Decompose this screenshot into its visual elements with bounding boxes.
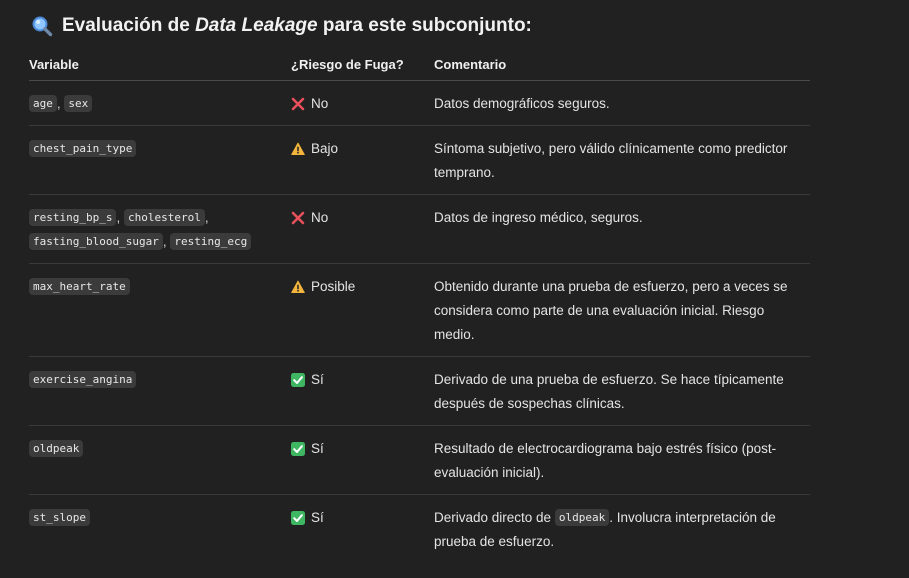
risk-cell: No [291, 194, 434, 264]
table-row: age, sex No Datos demográficos seguros. [29, 80, 810, 126]
warning-icon [291, 142, 305, 155]
variable-cell: exercise_angina [29, 356, 291, 426]
comment-cell: Obtenido durante una prueba de esfuerzo,… [434, 263, 810, 357]
cross-mark-icon [291, 211, 305, 225]
variable-cell: st_slope [29, 495, 291, 559]
variable-cell: resting_bp_s, cholesterol, fasting_blood_… [29, 194, 291, 264]
check-mark-icon [291, 511, 305, 525]
variable-code: exercise_angina [29, 371, 137, 388]
comment-cell: Resultado de electrocardiograma bajo est… [434, 425, 810, 495]
heading-emphasis: Data Leakage [195, 15, 318, 36]
heading-suffix: para este subconjunto: [322, 15, 532, 36]
variable-code: age [29, 95, 57, 112]
table-header-row: Variable ¿Riesgo de Fuga? Comentario [29, 48, 810, 81]
comment-cell: Datos demográficos seguros. [434, 80, 810, 126]
comment-cell: Derivado de una prueba de esfuerzo. Se h… [434, 356, 810, 426]
variable-cell: chest_pain_type [29, 125, 291, 195]
risk-cell: Sí [291, 356, 434, 426]
risk-label: No [311, 210, 329, 225]
variable-cell: age, sex [29, 80, 291, 126]
risk-label: Sí [311, 510, 324, 525]
risk-label: Sí [311, 441, 324, 456]
variable-code: cholesterol [124, 209, 205, 226]
risk-label: Posible [311, 279, 356, 294]
leakage-table: Variable ¿Riesgo de Fuga? Comentario age… [29, 48, 810, 559]
variable-code: max_heart_rate [29, 278, 130, 295]
variable-code: resting_bp_s [29, 209, 117, 226]
risk-label: No [311, 96, 329, 111]
inline-code: oldpeak [554, 509, 610, 526]
risk-cell: Bajo [291, 125, 434, 195]
table-row: st_slope Sí Derivado directo de oldpeak.… [29, 495, 810, 559]
comment-cell: Derivado directo de oldpeak. Involucra i… [434, 495, 810, 559]
table-row: max_heart_rate Posible Obtenido durante … [29, 263, 810, 357]
risk-cell: Sí [291, 425, 434, 495]
comment-text: Derivado directo de [434, 510, 555, 525]
variable-code: st_slope [29, 509, 90, 526]
magnifying-glass-icon [32, 16, 53, 37]
cross-mark-icon [291, 97, 305, 111]
table-row: oldpeak Sí Resultado de electrocardiogra… [29, 425, 810, 495]
table-row: exercise_angina Sí Derivado de una prueb… [29, 356, 810, 426]
warning-icon [291, 280, 305, 293]
column-header-variable: Variable [29, 48, 291, 81]
comment-cell: Datos de ingreso médico, seguros. [434, 194, 810, 264]
table-row: chest_pain_type Bajo Síntoma subjetivo, … [29, 125, 810, 195]
check-mark-icon [291, 442, 305, 456]
column-header-comment: Comentario [434, 48, 810, 81]
column-header-risk: ¿Riesgo de Fuga? [291, 48, 434, 81]
heading-prefix: Evaluación de [62, 15, 190, 36]
section-heading: Evaluación de Data Leakage para este sub… [31, 12, 532, 40]
variable-code: resting_ecg [170, 233, 252, 250]
variable-code: sex [64, 95, 93, 112]
variable-code: fasting_blood_sugar [29, 233, 163, 250]
risk-cell: No [291, 80, 434, 126]
table-row: resting_bp_s, cholesterol, fasting_blood_… [29, 194, 810, 264]
variable-cell: max_heart_rate [29, 263, 291, 357]
variable-cell: oldpeak [29, 425, 291, 495]
risk-label: Sí [311, 372, 324, 387]
check-mark-icon [291, 373, 305, 387]
variable-code: chest_pain_type [29, 140, 137, 157]
variable-code: oldpeak [29, 440, 84, 457]
risk-label: Bajo [311, 141, 339, 156]
risk-cell: Sí [291, 495, 434, 559]
comment-cell: Síntoma subjetivo, pero válido clínicame… [434, 125, 810, 195]
risk-cell: Posible [291, 263, 434, 357]
